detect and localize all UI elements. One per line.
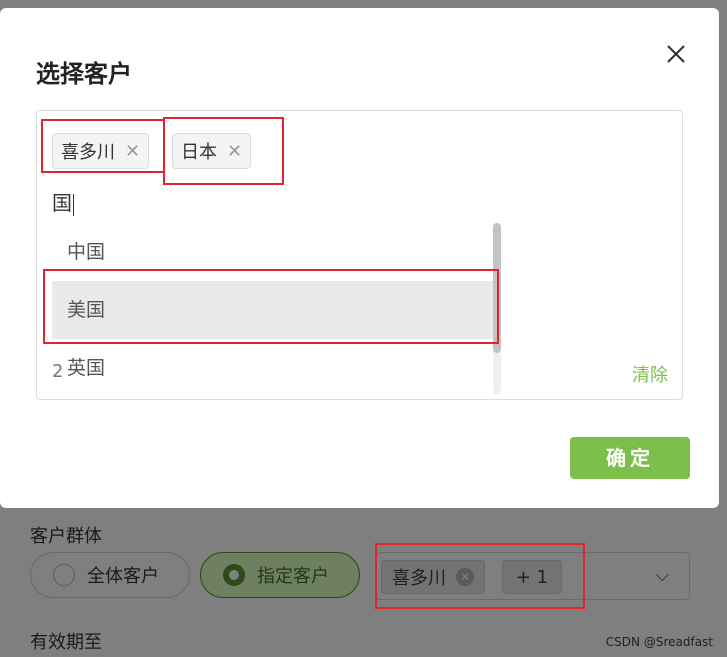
select-customer-dialog: 选择客户 喜多川 ✕ 日本 ✕ 国 中国 美国 英国 2 清除 确定 bbox=[0, 8, 719, 508]
scrollbar-thumb[interactable] bbox=[493, 223, 501, 353]
radio-specific-customers[interactable]: 指定客户 bbox=[200, 552, 360, 598]
option-item[interactable]: 中国 bbox=[37, 223, 496, 281]
tag-close-icon[interactable]: ✕ bbox=[456, 568, 474, 586]
selected-tag: 喜多川 ✕ bbox=[52, 133, 150, 169]
dialog-title: 选择客户 bbox=[36, 60, 132, 88]
selected-count: 2 bbox=[52, 361, 64, 382]
validity-label: 有效期至 bbox=[30, 632, 102, 653]
option-item-active[interactable]: 美国 bbox=[52, 281, 496, 339]
radio-circle-icon bbox=[53, 564, 75, 586]
watermark: CSDN @Sreadfast bbox=[605, 635, 713, 649]
radio-specific-label: 指定客户 bbox=[257, 566, 329, 587]
selected-tag-label: 日本 bbox=[181, 142, 217, 163]
radio-all-label: 全体客户 bbox=[87, 566, 159, 587]
search-input[interactable]: 国 bbox=[52, 187, 74, 216]
radio-all-customers[interactable]: 全体客户 bbox=[30, 552, 190, 598]
x-icon[interactable]: ✕ bbox=[227, 141, 242, 162]
confirm-button[interactable]: 确定 bbox=[570, 437, 690, 479]
x-icon[interactable]: ✕ bbox=[125, 141, 140, 162]
selected-customer-tag: 喜多川 ✕ bbox=[381, 560, 485, 594]
search-input-value: 国 bbox=[52, 191, 72, 215]
selected-customer-tag-label: 喜多川 bbox=[392, 568, 446, 589]
radio-checked-icon bbox=[223, 564, 245, 586]
customer-select[interactable]: 喜多川 ✕ + 1 ⌵ bbox=[376, 552, 690, 600]
clear-button[interactable]: 清除 bbox=[632, 361, 668, 387]
text-caret bbox=[73, 193, 74, 216]
selected-tag: 日本 ✕ bbox=[172, 133, 252, 169]
audience-label: 客户群体 bbox=[30, 526, 102, 547]
more-count-tag: + 1 bbox=[502, 560, 562, 594]
selected-tag-label: 喜多川 bbox=[61, 142, 115, 163]
close-icon[interactable] bbox=[662, 40, 690, 68]
option-item[interactable]: 英国 bbox=[37, 339, 496, 397]
customer-selector[interactable]: 喜多川 ✕ 日本 ✕ 国 中国 美国 英国 2 清除 bbox=[36, 110, 683, 400]
chevron-down-icon[interactable]: ⌵ bbox=[655, 565, 669, 586]
